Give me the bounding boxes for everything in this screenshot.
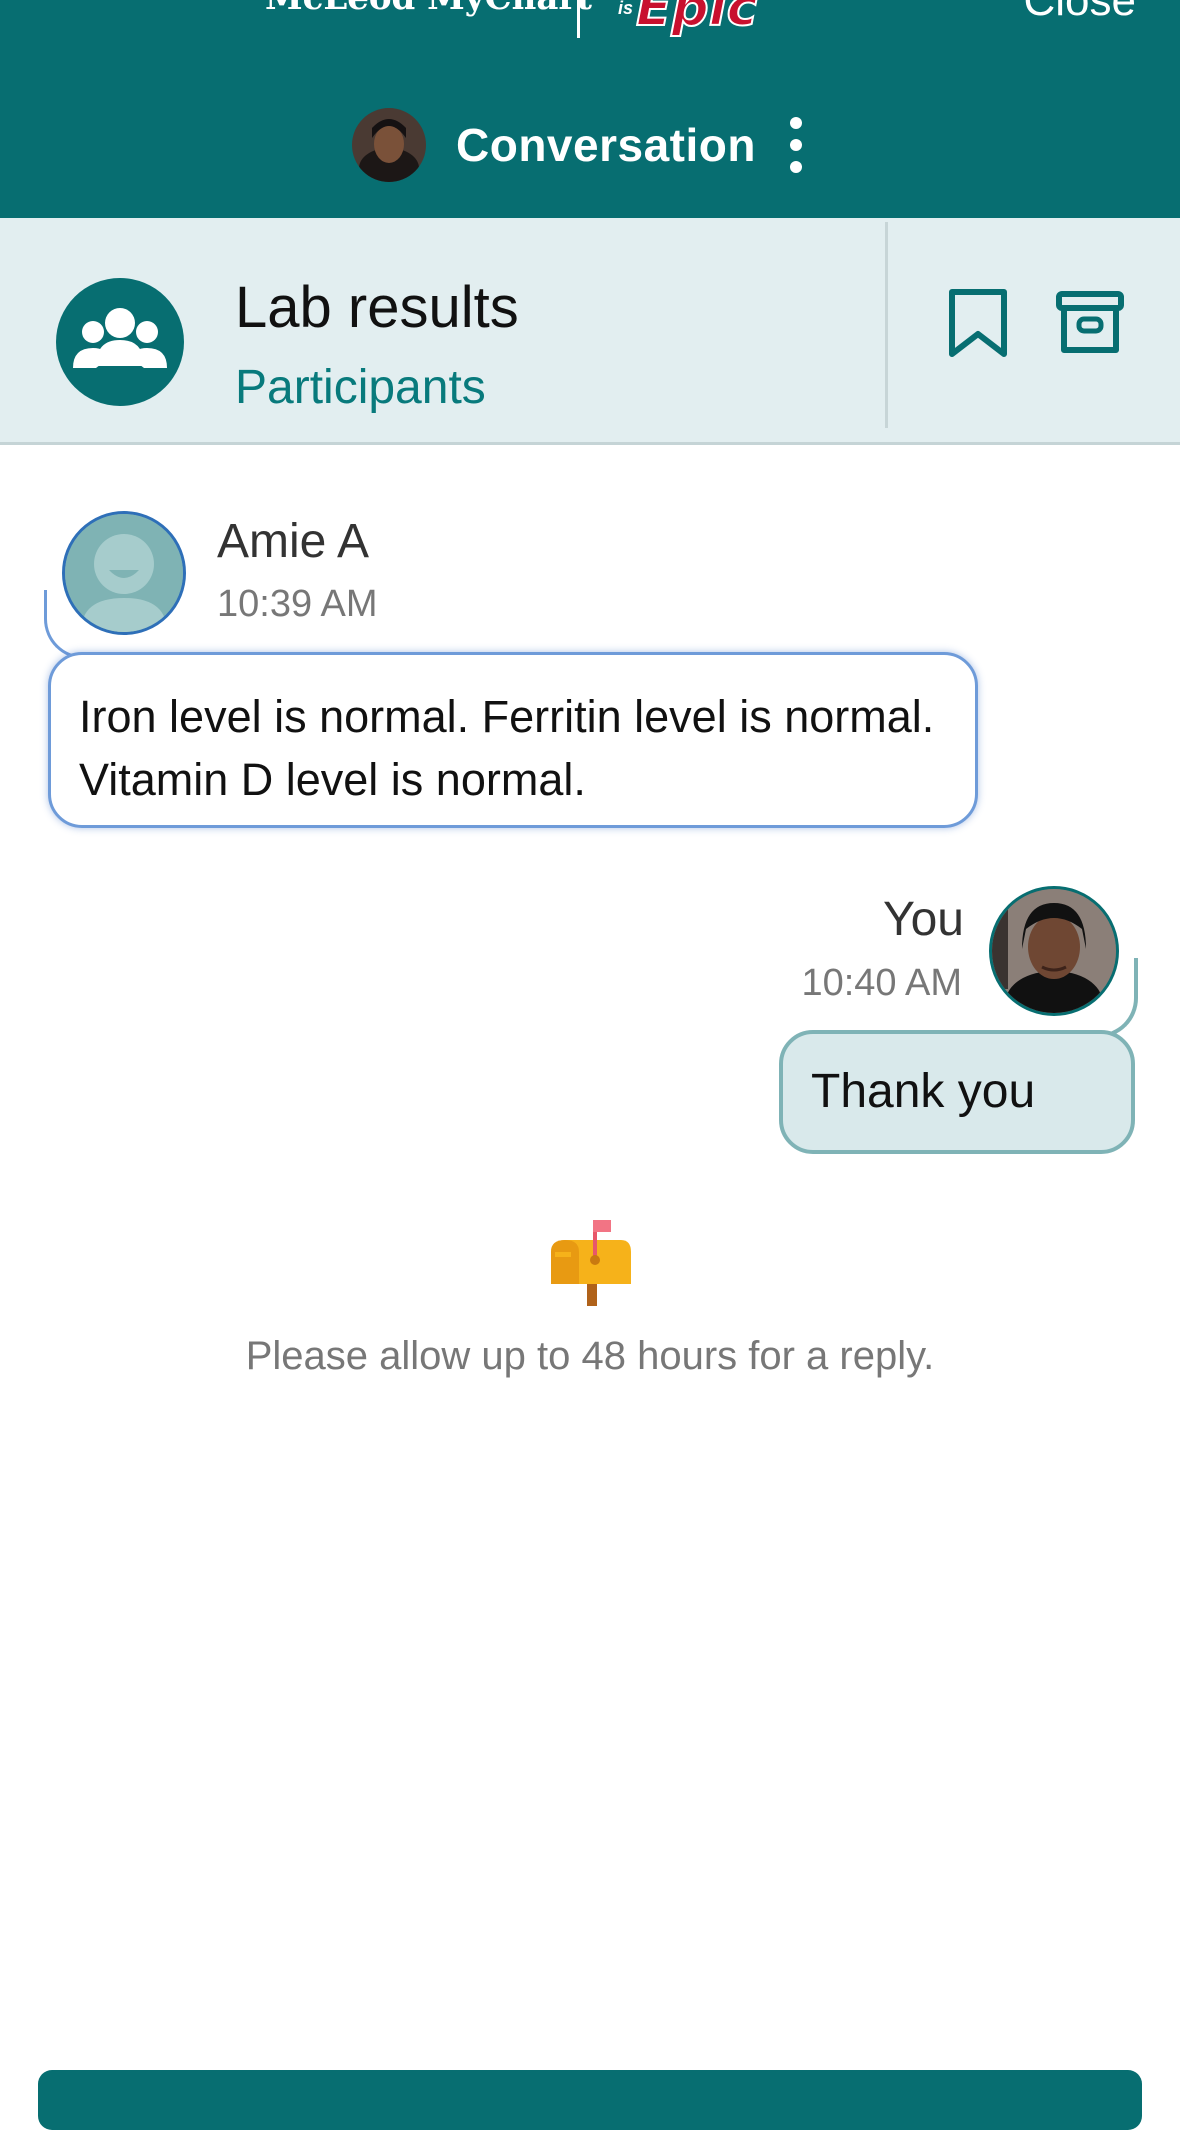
brand-divider — [577, 0, 580, 38]
thread-header: Lab results Participants — [0, 218, 1180, 445]
epic-prefix: is — [618, 0, 634, 18]
compose-bar[interactable] — [38, 2070, 1142, 2130]
close-button[interactable]: Close — [1024, 0, 1137, 26]
divider — [885, 222, 888, 428]
message-bubble-outgoing: Thank you — [779, 1030, 1135, 1154]
conversation-header: Conversation — [352, 105, 806, 185]
sender-avatar — [62, 511, 186, 635]
more-options-icon[interactable] — [786, 117, 806, 173]
archive-icon[interactable] — [1055, 290, 1125, 356]
mailbox-icon — [545, 1218, 637, 1310]
participants-link[interactable]: Participants — [235, 360, 486, 415]
conversation-title: Conversation — [456, 119, 756, 171]
thread-title: Lab results — [235, 275, 519, 340]
reply-notice: Please allow up to 48 hours for a reply. — [245, 1334, 935, 1378]
top-bar: McLeod MyChart is Epic Close Conversatio… — [0, 0, 1180, 218]
sender-name: Amie A — [217, 515, 370, 568]
group-icon — [56, 278, 184, 406]
bookmark-icon[interactable] — [944, 286, 1012, 360]
user-avatar-small — [989, 886, 1119, 1016]
sender-name-you: You — [883, 893, 964, 946]
message-bubble-incoming: Iron level is normal. Ferritin level is … — [48, 652, 978, 828]
message-time: 10:39 AM — [217, 583, 378, 625]
message-time-you: 10:40 AM — [801, 962, 962, 1004]
brand-logo: McLeod MyChart — [265, 0, 592, 18]
user-avatar[interactable] — [352, 108, 426, 182]
epic-logo: Epic — [635, 0, 758, 39]
